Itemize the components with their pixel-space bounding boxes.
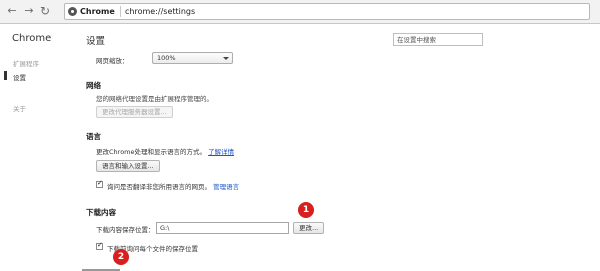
active-indicator <box>4 71 7 80</box>
sidebar-item-extensions[interactable]: 扩展程序 <box>13 58 39 68</box>
ask-location-checkbox[interactable] <box>96 241 103 250</box>
network-description: 您的网络代理设置是由扩展程序管理的。 <box>96 95 213 103</box>
site-name: Chrome <box>80 7 115 16</box>
translate-label: 询问是否翻译非您所用语言的网页。 管理语言 <box>107 181 239 191</box>
reload-icon[interactable]: ↻ <box>38 4 52 18</box>
language-description: 更改Chrome处理和显示语言的方式。 了解详情 <box>96 146 234 156</box>
language-heading: 语言 <box>86 132 101 141</box>
annotation-badge-2: 2 <box>113 249 129 265</box>
network-heading: 网络 <box>86 81 101 90</box>
download-location-label: 下载内容保存位置： <box>96 226 155 234</box>
zoom-select[interactable]: 100% <box>152 52 233 64</box>
learn-more-link[interactable]: 了解详情 <box>208 148 234 156</box>
language-input-settings-button[interactable]: 语言和输入设置... <box>96 160 160 172</box>
zoom-label: 网页缩放： <box>96 57 129 65</box>
arrow-left-icon[interactable]: ← <box>5 4 19 18</box>
language-description-text: 更改Chrome处理和显示语言的方式。 <box>96 148 206 156</box>
chevron-down-icon <box>223 57 229 60</box>
browser-toolbar: ← → ↻ Chrome chrome://settings <box>0 0 600 24</box>
downloads-heading: 下载内容 <box>86 208 116 217</box>
annotation-badge-1: 1 <box>298 202 314 218</box>
download-location-field[interactable]: G:\ <box>156 222 289 234</box>
page-title: 设置 <box>86 36 106 47</box>
manage-languages-link[interactable]: 管理语言 <box>213 183 239 191</box>
site-chip[interactable]: Chrome <box>68 6 121 17</box>
translate-checkbox[interactable] <box>96 179 103 188</box>
address-bar[interactable]: Chrome chrome://settings <box>64 3 590 20</box>
translate-checkbox-label: 询问是否翻译非您所用语言的网页。 <box>107 183 211 191</box>
arrow-right-icon[interactable]: → <box>22 4 36 18</box>
change-location-button[interactable]: 更改... <box>293 222 325 234</box>
sidebar-item-settings[interactable]: 设置 <box>13 72 26 82</box>
chrome-icon <box>68 7 77 16</box>
sidebar-item-about[interactable]: 关于 <box>13 103 26 113</box>
proxy-settings-button[interactable]: 更改代理服务器设置... <box>96 106 173 118</box>
url-text[interactable]: chrome://settings <box>125 5 195 18</box>
search-input[interactable]: 在设置中搜索 <box>393 33 483 46</box>
zoom-value: 100% <box>157 54 176 62</box>
next-section-heading <box>82 266 122 271</box>
sidebar-title: Chrome <box>12 33 52 44</box>
